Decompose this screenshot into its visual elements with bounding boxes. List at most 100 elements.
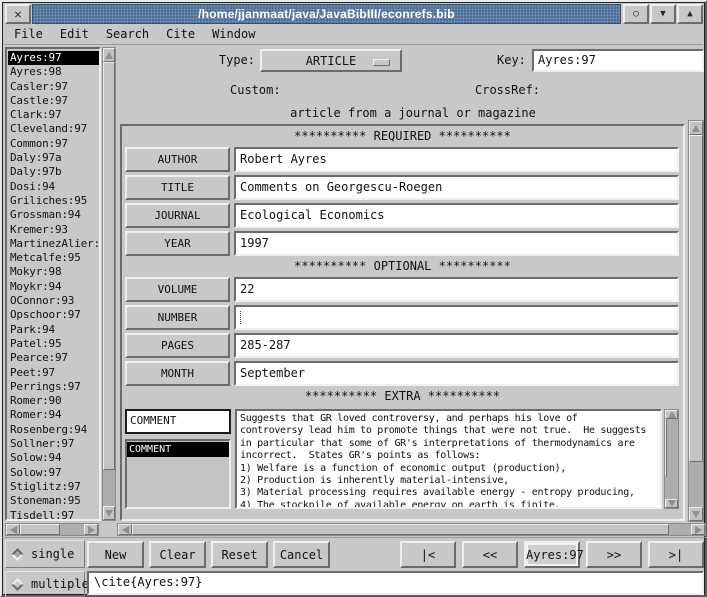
prev-record-button[interactable]: << <box>462 541 518 568</box>
field-input-volume[interactable]: 22 <box>234 277 679 302</box>
ref-list-item[interactable]: Castle:97 <box>8 94 99 108</box>
cancel-button[interactable]: Cancel <box>273 541 330 568</box>
ref-list-vscrollbar[interactable] <box>102 47 116 521</box>
field-label-button-volume[interactable]: VOLUME <box>125 277 230 302</box>
ref-list-item[interactable]: Romer:90 <box>8 394 99 408</box>
ref-list-item[interactable]: Tisdell:97 <box>8 509 99 522</box>
menu-circle-button[interactable]: ◯ <box>623 4 649 24</box>
reset-button[interactable]: Reset <box>211 541 268 568</box>
type-dropdown[interactable]: ARTICLE <box>260 49 402 72</box>
scroll-down-button[interactable] <box>103 506 115 520</box>
field-label-button-journal[interactable]: JOURNAL <box>125 203 230 228</box>
ref-list-item[interactable]: Metcalfe:95 <box>8 251 99 265</box>
comment-textarea[interactable]: Suggests that GR loved controversy, and … <box>235 409 662 509</box>
ref-list-item[interactable]: Patel:95 <box>8 337 99 351</box>
main-vscrollbar[interactable] <box>688 120 704 522</box>
menu-item-window[interactable]: Window <box>212 27 255 41</box>
first-record-button[interactable]: |< <box>400 541 456 568</box>
field-input-author[interactable]: Robert Ayres <box>234 147 679 172</box>
extra-field-name-input[interactable]: COMMENT <box>125 409 231 434</box>
field-input-month[interactable]: September <box>234 361 679 386</box>
ref-list-item[interactable]: Ayres:98 <box>8 65 99 79</box>
close-button[interactable]: ✕ <box>5 4 31 24</box>
field-label-button-year[interactable]: YEAR <box>125 231 230 256</box>
menu-item-file[interactable]: File <box>14 27 43 41</box>
clear-button[interactable]: Clear <box>149 541 206 568</box>
new-button[interactable]: New <box>87 541 144 568</box>
field-input-journal[interactable]: Ecological Economics <box>234 203 679 228</box>
ref-list-item[interactable]: Park:94 <box>8 323 99 337</box>
ref-list-item[interactable]: Solow:94 <box>8 451 99 465</box>
ref-list-item[interactable]: Pearce:97 <box>8 351 99 365</box>
ref-list-item[interactable]: Peet:97 <box>8 366 99 380</box>
field-label-button-title[interactable]: TITLE <box>125 175 230 200</box>
ref-list-item[interactable]: Mokyr:98 <box>8 265 99 279</box>
ref-list-item[interactable]: Griliches:95 <box>8 194 99 208</box>
field-input-year[interactable]: 1997 <box>234 231 679 256</box>
ref-list-hscrollbar[interactable] <box>5 523 99 536</box>
iconify-button[interactable]: ▼ <box>650 4 676 24</box>
scroll-trough[interactable] <box>689 135 703 507</box>
field-input-title[interactable]: Comments on Georgescu-Roegen <box>234 175 679 200</box>
ref-list-item[interactable]: Daly:97a <box>8 151 99 165</box>
scroll-right-button[interactable] <box>84 524 98 535</box>
ref-list-item[interactable]: Daly:97b <box>8 165 99 179</box>
field-input-pages[interactable]: 285-287 <box>234 333 679 358</box>
scroll-trough[interactable] <box>20 524 84 535</box>
scroll-down-button[interactable] <box>689 507 703 521</box>
comment-vscrollbar[interactable] <box>664 409 679 509</box>
ref-list-item[interactable]: Stiglitz:97 <box>8 480 99 494</box>
multiple-radio[interactable]: multiple <box>5 571 85 597</box>
ref-list-item[interactable]: Ayres:97 <box>8 51 99 65</box>
ref-list-item[interactable]: OConnor:93 <box>8 294 99 308</box>
field-label-button-pages[interactable]: PAGES <box>125 333 230 358</box>
ref-list-item[interactable]: Stoneman:95 <box>8 494 99 508</box>
key-input[interactable]: Ayres:97 <box>532 49 704 72</box>
scroll-thumb[interactable] <box>665 419 667 477</box>
extra-list-item[interactable]: COMMENT <box>127 442 229 457</box>
scroll-up-button[interactable] <box>103 48 115 62</box>
field-input-number[interactable] <box>234 305 679 330</box>
scroll-right-button[interactable] <box>691 524 705 535</box>
ref-list-item[interactable]: Kremer:93 <box>8 223 99 237</box>
menu-item-edit[interactable]: Edit <box>60 27 89 41</box>
ref-list-item[interactable]: Moykr:94 <box>8 280 99 294</box>
scroll-left-button[interactable] <box>118 524 132 535</box>
ref-list-item[interactable]: Casler:97 <box>8 80 99 94</box>
next-record-button[interactable]: >> <box>586 541 642 568</box>
field-label-button-month[interactable]: MONTH <box>125 361 230 386</box>
ref-list-item[interactable]: Rosenberg:94 <box>8 423 99 437</box>
menu-item-cite[interactable]: Cite <box>166 27 195 41</box>
ref-list-item[interactable]: Sollner:97 <box>8 437 99 451</box>
single-radio[interactable]: single <box>5 540 85 568</box>
ref-list-item[interactable]: Solow:97 <box>8 466 99 480</box>
main-hscrollbar[interactable] <box>117 523 706 536</box>
menu-item-search[interactable]: Search <box>106 27 149 41</box>
scroll-thumb[interactable] <box>689 135 703 462</box>
scroll-left-button[interactable] <box>6 524 20 535</box>
scroll-up-button[interactable] <box>665 410 678 419</box>
scroll-trough[interactable] <box>103 62 115 506</box>
scroll-thumb[interactable] <box>103 62 115 470</box>
field-label-button-author[interactable]: AUTHOR <box>125 147 230 172</box>
scroll-trough[interactable] <box>665 419 678 499</box>
scroll-up-button[interactable] <box>689 121 703 135</box>
ref-list-item[interactable]: Grossman:94 <box>8 208 99 222</box>
ref-list-item[interactable]: Perrings:97 <box>8 380 99 394</box>
scroll-down-button[interactable] <box>665 499 678 508</box>
ref-list-item[interactable]: Opschoor:97 <box>8 308 99 322</box>
ref-list-item[interactable]: Clark:97 <box>8 108 99 122</box>
ref-list-item[interactable]: Cleveland:97 <box>8 122 99 136</box>
cite-string-field[interactable]: \cite{Ayres:97} <box>87 571 704 595</box>
scroll-thumb[interactable] <box>132 524 669 535</box>
ref-list-item[interactable]: MartinezAlier:9 <box>8 237 99 251</box>
current-record-button[interactable]: Ayres:97 <box>524 541 580 568</box>
ref-list-item[interactable]: Romer:94 <box>8 408 99 422</box>
scroll-thumb[interactable] <box>20 524 60 535</box>
ref-list-item[interactable]: Dosi:94 <box>8 180 99 194</box>
maximize-button[interactable]: ▲ <box>677 4 703 24</box>
last-record-button[interactable]: >| <box>648 541 704 568</box>
ref-list-item[interactable]: Common:97 <box>8 137 99 151</box>
field-label-button-number[interactable]: NUMBER <box>125 305 230 330</box>
scroll-trough[interactable] <box>132 524 691 535</box>
